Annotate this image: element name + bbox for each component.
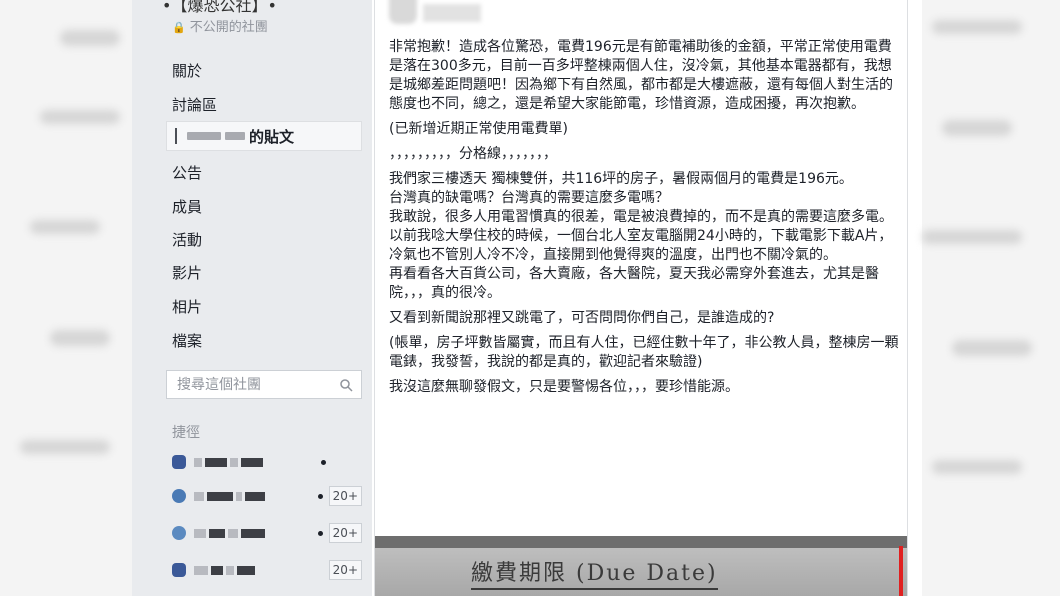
shortcut-item[interactable]: 20+ — [172, 484, 362, 508]
lock-icon: 🔒 — [172, 21, 186, 34]
notification-badge: 20+ — [328, 560, 362, 580]
electricity-bill-photo[interactable]: 繳費期限 (Due Date) — [375, 536, 907, 596]
post-paragraph: 台灣真的缺電嗎？台灣真的需要這麼多電嗎？ — [389, 190, 669, 206]
redacted-shortcut-name — [194, 565, 329, 575]
post-paragraph: 再看看各大百貨公司，各大賣廠，各大醫院，夏天我必需穿外套進去，尤其是醫院，，，真… — [389, 266, 879, 301]
group-icon — [172, 526, 186, 540]
nav-member-posts[interactable]: 的貼文 — [166, 121, 362, 151]
post-paragraph: 又看到新聞說那裡又跳電了，可否問問你們自己，是誰造成的? — [389, 310, 775, 326]
post-paragraph: 我沒這麼無聊發假文，只是要警惕各位，，，要珍惜能源。 — [389, 379, 739, 395]
shortcuts-heading: 捷徑 — [172, 425, 200, 441]
post-body: 非常抱歉！造成各位驚恐，電費196元是有節電補助後的金額，平常正常使用電費是落在… — [389, 38, 899, 403]
shortcut-item[interactable]: 20+ — [172, 558, 362, 582]
author-avatar[interactable] — [389, 0, 417, 24]
redacted-shortcut-name — [194, 528, 312, 538]
nav-about[interactable]: 關於 — [172, 60, 202, 81]
receipt-red-mark — [899, 546, 903, 596]
post-paragraph: 我們家三樓透天 獨棟雙併，共116坪的房子，暑假兩個月的電費是196元。 — [389, 171, 853, 187]
search-icon[interactable] — [339, 378, 353, 392]
receipt-edge — [375, 536, 907, 548]
post-paragraph: 以前我唸大學住校的時候，一個台北人室友電腦開24小時的，下載電影下載A片，冷氣也… — [389, 228, 893, 263]
group-title[interactable]: •【爆恐公社】• — [162, 0, 277, 16]
group-search — [166, 370, 362, 399]
post-paragraph: 我敢說，很多人用電習慣真的很差，電是被浪費掉的，而不是真的需要這麼多電。 — [389, 209, 893, 225]
separator-dot — [317, 493, 323, 499]
post-paragraph: 非常抱歉！造成各位驚恐，電費196元是有節電補助後的金額，平常正常使用電費是落在… — [389, 39, 893, 112]
post-card: 非常抱歉！造成各位驚恐，電費196元是有節電補助後的金額，平常正常使用電費是落在… — [374, 0, 908, 596]
group-icon — [172, 489, 186, 503]
nav-member-posts-label: 的貼文 — [249, 127, 295, 146]
due-date-label: 繳費期限 (Due Date) — [471, 560, 718, 590]
separator-dot — [317, 530, 323, 536]
redacted-name — [187, 132, 221, 140]
nav-announcements[interactable]: 公告 — [172, 162, 202, 183]
active-indicator — [175, 128, 177, 144]
shortcut-item[interactable]: 20+ — [172, 521, 362, 545]
nav-events[interactable]: 活動 — [172, 229, 202, 250]
post-paragraph: ，，，，，，，，，分格線，，，，，，， — [389, 146, 557, 162]
post-paragraph: (已新增近期正常使用電費單) — [389, 121, 568, 137]
nav-photos[interactable]: 相片 — [172, 296, 202, 317]
post-paragraph: (帳單，房子坪數皆屬實，而且有人住，已經住數十年了，非公教人員，整棟房一顆電錶，… — [389, 335, 899, 370]
nav-files[interactable]: 檔案 — [172, 330, 202, 351]
nav-discussion[interactable]: 討論區 — [172, 94, 217, 115]
redacted-shortcut-name — [194, 457, 315, 467]
nav-members[interactable]: 成員 — [172, 196, 202, 217]
group-icon — [172, 455, 186, 469]
shortcut-item[interactable] — [172, 450, 362, 474]
group-icon — [172, 563, 186, 577]
redacted-name — [225, 132, 245, 140]
group-privacy: 🔒 不公開的社團 — [172, 16, 268, 35]
separator-dot — [321, 459, 326, 465]
notification-badge: 20+ — [328, 486, 362, 506]
notification-badge: 20+ — [328, 523, 362, 543]
left-background — [0, 0, 132, 596]
right-background — [922, 0, 1060, 596]
author-name[interactable] — [423, 4, 481, 22]
group-sidebar: •【爆恐公社】• 🔒 不公開的社團 關於 討論區 的貼文 公告 成員 活動 影片 … — [132, 0, 372, 596]
redacted-shortcut-name — [194, 491, 312, 501]
nav-videos[interactable]: 影片 — [172, 262, 202, 283]
group-search-input[interactable] — [175, 375, 329, 394]
privacy-label: 不公開的社團 — [189, 20, 268, 35]
